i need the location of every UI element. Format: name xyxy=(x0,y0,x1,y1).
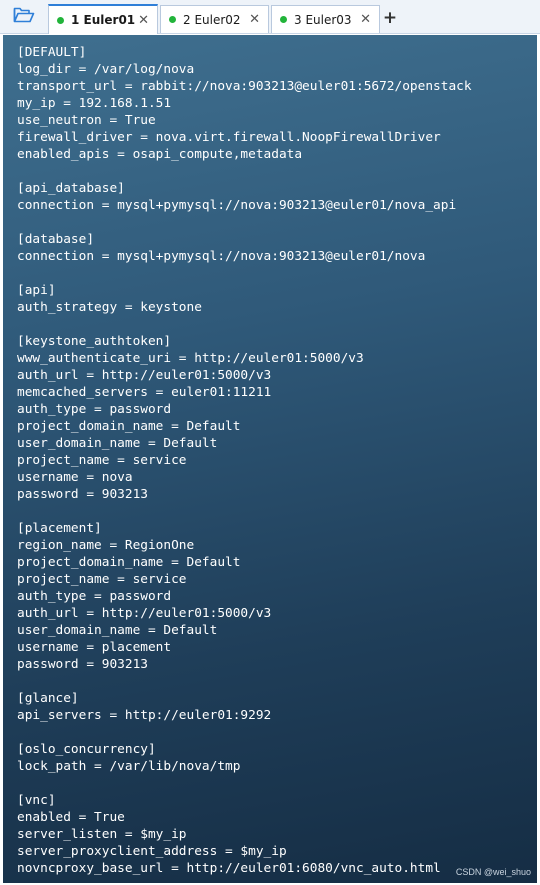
terminal-line: password = 903213 xyxy=(17,657,148,672)
terminal-line: transport_url = rabbit://nova:903213@eul… xyxy=(17,79,472,94)
terminal-line: auth_url = http://euler01:5000/v3 xyxy=(17,368,272,383)
terminal-line: auth_strategy = keystone xyxy=(17,300,202,315)
terminal-line: username = nova xyxy=(17,470,133,485)
terminal-line: username = placement xyxy=(17,640,172,655)
terminal-line: [api_database] xyxy=(17,181,125,196)
terminal-line: [DEFAULT] xyxy=(17,45,87,60)
terminal-line: [api] xyxy=(17,283,56,298)
terminal-line: lock_path = /var/lib/nova/tmp xyxy=(17,759,241,774)
terminal-line: novncproxy_base_url = http://euler01:608… xyxy=(17,861,441,876)
terminal-line: password = 903213 xyxy=(17,487,148,502)
plus-icon: + xyxy=(382,8,398,28)
terminal-line: firewall_driver = nova.virt.firewall.Noo… xyxy=(17,130,441,145)
terminal-line: [placement] xyxy=(17,521,102,536)
terminal-line: connection = mysql+pymysql://nova:903213… xyxy=(17,198,457,213)
terminal-line: connection = mysql+pymysql://nova:903213… xyxy=(17,249,426,264)
terminal-line: server_proxyclient_address = $my_ip xyxy=(17,844,287,859)
terminal-line: project_name = service xyxy=(17,572,187,587)
folder-open-icon xyxy=(13,6,35,28)
terminal-line: use_neutron = True xyxy=(17,113,156,128)
terminal-line: enabled = True xyxy=(17,810,125,825)
tab-bar: 1 Euler01 ✕ 2 Euler02 ✕ 3 Euler03 ✕ + xyxy=(0,0,540,34)
terminal-line: [oslo_concurrency] xyxy=(17,742,156,757)
terminal-line: server_listen = $my_ip xyxy=(17,827,187,842)
close-icon[interactable]: ✕ xyxy=(138,14,149,27)
close-icon[interactable]: ✕ xyxy=(249,13,260,26)
terminal-line: project_domain_name = Default xyxy=(17,419,241,434)
open-folder-button[interactable] xyxy=(8,5,40,29)
terminal-line: auth_type = password xyxy=(17,589,172,604)
terminal-line: auth_type = password xyxy=(17,402,172,417)
watermark: CSDN @wei_shuo xyxy=(455,867,531,877)
terminal-text: [DEFAULT] log_dir = /var/log/nova transpor… xyxy=(17,44,472,877)
terminal-line: log_dir = /var/log/nova xyxy=(17,62,195,77)
tab-label: 3 Euler03 xyxy=(294,12,352,27)
tab-label: 1 Euler01 xyxy=(71,13,136,27)
terminal-line: [glance] xyxy=(17,691,79,706)
terminal-line: enabled_apis = osapi_compute,metadata xyxy=(17,147,303,162)
tab-euler03[interactable]: 3 Euler03 ✕ xyxy=(271,5,380,33)
tab-label: 2 Euler02 xyxy=(183,12,241,27)
terminal-output[interactable]: [DEFAULT] log_dir = /var/log/nova transpor… xyxy=(3,35,537,883)
tab-euler01[interactable]: 1 Euler01 ✕ xyxy=(48,4,158,34)
terminal-line: [database] xyxy=(17,232,95,247)
terminal-line: region_name = RegionOne xyxy=(17,538,195,553)
terminal-line: memcached_servers = euler01:11211 xyxy=(17,385,272,400)
terminal-line: [keystone_authtoken] xyxy=(17,334,172,349)
connected-status-icon xyxy=(169,16,176,23)
connected-status-icon xyxy=(57,16,64,24)
terminal-line: project_name = service xyxy=(17,453,187,468)
terminal-line: www_authenticate_uri = http://euler01:50… xyxy=(17,351,364,366)
connected-status-icon xyxy=(280,16,287,23)
terminal-line: user_domain_name = Default xyxy=(17,623,218,638)
tab-euler02[interactable]: 2 Euler02 ✕ xyxy=(160,5,269,33)
terminal-line: user_domain_name = Default xyxy=(17,436,218,451)
close-icon[interactable]: ✕ xyxy=(360,13,371,26)
terminal-line: project_domain_name = Default xyxy=(17,555,241,570)
terminal-line: api_servers = http://euler01:9292 xyxy=(17,708,272,723)
terminal-line: [vnc] xyxy=(17,793,56,808)
terminal-line: auth_url = http://euler01:5000/v3 xyxy=(17,606,272,621)
terminal-line: my_ip = 192.168.1.51 xyxy=(17,96,172,111)
new-tab-button[interactable]: + xyxy=(380,8,400,28)
